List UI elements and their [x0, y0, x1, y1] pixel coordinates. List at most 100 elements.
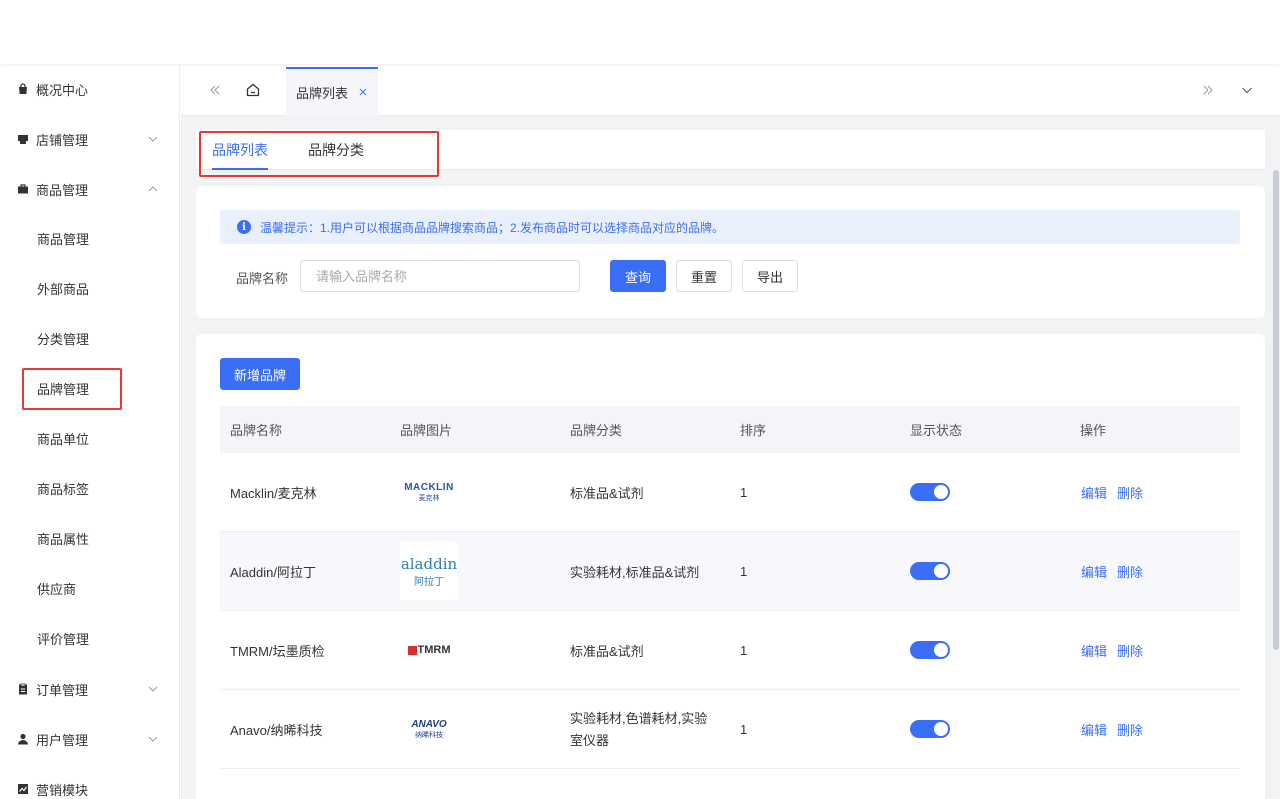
- export-button[interactable]: 导出: [742, 260, 798, 292]
- sidebar-subitem-reviews[interactable]: 评价管理: [0, 618, 179, 658]
- sidebar-item-goods[interactable]: 商品管理: [0, 169, 179, 209]
- scrollbar-thumb[interactable]: [1273, 170, 1279, 650]
- subtab-brand-list[interactable]: 品牌列表: [212, 130, 268, 170]
- table-row: Macklin/麦克林 MACKLIN 麦克林 标准品&试剂 1 编辑 删除: [220, 453, 1240, 532]
- table-row: TMRM/坛墨质检 TMRM 标准品&试剂 1 编辑 删除: [220, 611, 1240, 690]
- chart-line-icon: [17, 783, 29, 795]
- brand-name-input[interactable]: [300, 260, 580, 292]
- edit-link[interactable]: 编辑: [1081, 611, 1107, 690]
- sidebar-subitem-unit[interactable]: 商品单位: [0, 418, 179, 458]
- brand-name: TMRM/坛墨质检: [230, 644, 325, 659]
- chevron-down-icon: [1242, 87, 1252, 94]
- brand-sort: 1: [740, 485, 748, 500]
- visibility-toggle[interactable]: [910, 720, 950, 738]
- brand-category: 实验耗材,标准品&试剂: [570, 565, 700, 580]
- sidebar-item-label: 商品管理: [36, 182, 89, 198]
- table-row: Aladdin/阿拉丁 aladdin 阿拉丁 实验耗材,标准品&试剂 1 编辑…: [220, 532, 1240, 611]
- sidebar-subitem-label: 外部商品: [37, 281, 90, 297]
- sidebar-subitem-label: 评价管理: [37, 631, 90, 647]
- sidebar-item-store[interactable]: 店铺管理: [0, 119, 179, 159]
- clipboard-icon: [17, 683, 29, 695]
- chevron-up-icon: [148, 184, 158, 194]
- tip-banner: i 温馨提示：1.用户可以根据商品品牌搜索商品；2.发布商品时可以选择商品对应的…: [220, 210, 1240, 244]
- visibility-toggle[interactable]: [910, 641, 950, 659]
- column-header: 排序: [740, 423, 767, 438]
- tabs-bar: 品牌列表: [181, 64, 1280, 116]
- sidebar-subitem-category[interactable]: 分类管理: [0, 318, 179, 358]
- tmrm-mark-icon: [407, 645, 417, 655]
- brand-sort: 1: [740, 722, 748, 737]
- scrollbar[interactable]: [1272, 170, 1280, 650]
- close-icon[interactable]: [358, 87, 368, 97]
- sidebar-subitem-supplier[interactable]: 供应商: [0, 568, 179, 608]
- edit-link[interactable]: 编辑: [1081, 690, 1107, 769]
- tabs-menu-button[interactable]: [1232, 64, 1262, 116]
- sidebar-subitem-label: 商品属性: [37, 531, 90, 547]
- edit-link[interactable]: 编辑: [1081, 532, 1107, 611]
- column-header: 显示状态: [910, 423, 963, 438]
- brand-sort: 1: [740, 643, 748, 658]
- reset-button[interactable]: 重置: [676, 260, 732, 292]
- visibility-toggle[interactable]: [910, 562, 950, 580]
- visibility-toggle[interactable]: [910, 483, 950, 501]
- column-header: 品牌名称: [230, 423, 283, 438]
- double-chevron-right-icon: [1203, 85, 1213, 95]
- sidebar-item-overview[interactable]: 概况中心: [0, 69, 179, 109]
- sidebar-subitem-label: 商品标签: [37, 481, 90, 497]
- column-header: 品牌分类: [570, 423, 623, 438]
- column-header: 操作: [1080, 423, 1107, 438]
- tab-label: 品牌列表: [296, 86, 349, 101]
- sidebar-item-label: 营销模块: [36, 782, 89, 798]
- brand-name: Anavo/纳晞科技: [230, 723, 323, 738]
- sidebar-item-label: 概况中心: [36, 82, 89, 98]
- user-icon: [17, 733, 29, 745]
- delete-link[interactable]: 删除: [1117, 611, 1143, 690]
- sidebar-subitem-attributes[interactable]: 商品属性: [0, 518, 179, 558]
- brand-logo-aladdin: aladdin 阿拉丁: [400, 542, 458, 600]
- main-content: 品牌列表 品牌列表 品牌分类 i 温馨提示：1.用户可以根据商品品牌搜索商品；2…: [181, 64, 1280, 799]
- double-chevron-left-icon: [210, 85, 220, 95]
- store-icon: [17, 133, 29, 145]
- sidebar-subitem-brand[interactable]: 品牌管理: [0, 368, 179, 408]
- sidebar-subitem-external-goods[interactable]: 外部商品: [0, 268, 179, 308]
- tabs-scroll-left-button[interactable]: [200, 64, 230, 116]
- subtab-brand-category[interactable]: 品牌分类: [308, 130, 364, 170]
- sidebar-item-label: 店铺管理: [36, 132, 89, 148]
- tabs-scroll-right-button[interactable]: [1193, 64, 1223, 116]
- table-header: 品牌名称 品牌图片 品牌分类 排序 显示状态 操作: [220, 406, 1240, 453]
- bag-icon: [17, 83, 29, 95]
- sidebar-item-marketing[interactable]: 营销模块: [0, 769, 179, 799]
- sidebar: 概况中心 店铺管理 商品管理 商品管理 外部商品 分类管理 品牌管理 商品单位 …: [0, 64, 180, 799]
- chevron-down-icon: [148, 684, 158, 694]
- query-button[interactable]: 查询: [610, 260, 666, 292]
- brand-logo-macklin: MACKLIN 麦克林: [404, 481, 454, 502]
- brand-category: 标准品&试剂: [570, 486, 644, 501]
- sidebar-subitem-goods[interactable]: 商品管理: [0, 218, 179, 258]
- info-icon: i: [237, 220, 251, 234]
- tab-brand-list[interactable]: 品牌列表: [286, 67, 378, 116]
- brand-category: 标准品&试剂: [570, 644, 644, 659]
- edit-link[interactable]: 编辑: [1081, 453, 1107, 532]
- top-bar: [0, 0, 1280, 64]
- home-button[interactable]: [238, 64, 268, 116]
- add-brand-button[interactable]: 新增品牌: [220, 358, 300, 390]
- brand-logo-tmrm: TMRM: [400, 639, 458, 661]
- brand-category: 实验耗材,色谱耗材,实验室仪器: [570, 710, 708, 748]
- sidebar-item-orders[interactable]: 订单管理: [0, 669, 179, 709]
- delete-link[interactable]: 删除: [1117, 532, 1143, 611]
- sidebar-subitem-label: 分类管理: [37, 331, 90, 347]
- brand-logo-anavo: ANAVO 纳晞科技: [411, 718, 447, 739]
- sidebar-item-users[interactable]: 用户管理: [0, 719, 179, 759]
- brand-name-label: 品牌名称: [236, 271, 289, 286]
- sidebar-item-label: 用户管理: [36, 732, 89, 748]
- delete-link[interactable]: 删除: [1117, 453, 1143, 532]
- sidebar-subitem-tags[interactable]: 商品标签: [0, 468, 179, 508]
- table-row: Anavo/纳晞科技 ANAVO 纳晞科技 实验耗材,色谱耗材,实验室仪器 1 …: [220, 690, 1240, 769]
- briefcase-icon: [17, 183, 29, 195]
- chevron-down-icon: [148, 734, 158, 744]
- delete-link[interactable]: 删除: [1117, 690, 1143, 769]
- sidebar-item-label: 订单管理: [36, 682, 89, 698]
- tip-text: 温馨提示：1.用户可以根据商品品牌搜索商品；2.发布商品时可以选择商品对应的品牌…: [260, 220, 725, 235]
- brand-subtabs: 品牌列表 品牌分类: [196, 130, 1265, 170]
- brand-name: Aladdin/阿拉丁: [230, 565, 316, 580]
